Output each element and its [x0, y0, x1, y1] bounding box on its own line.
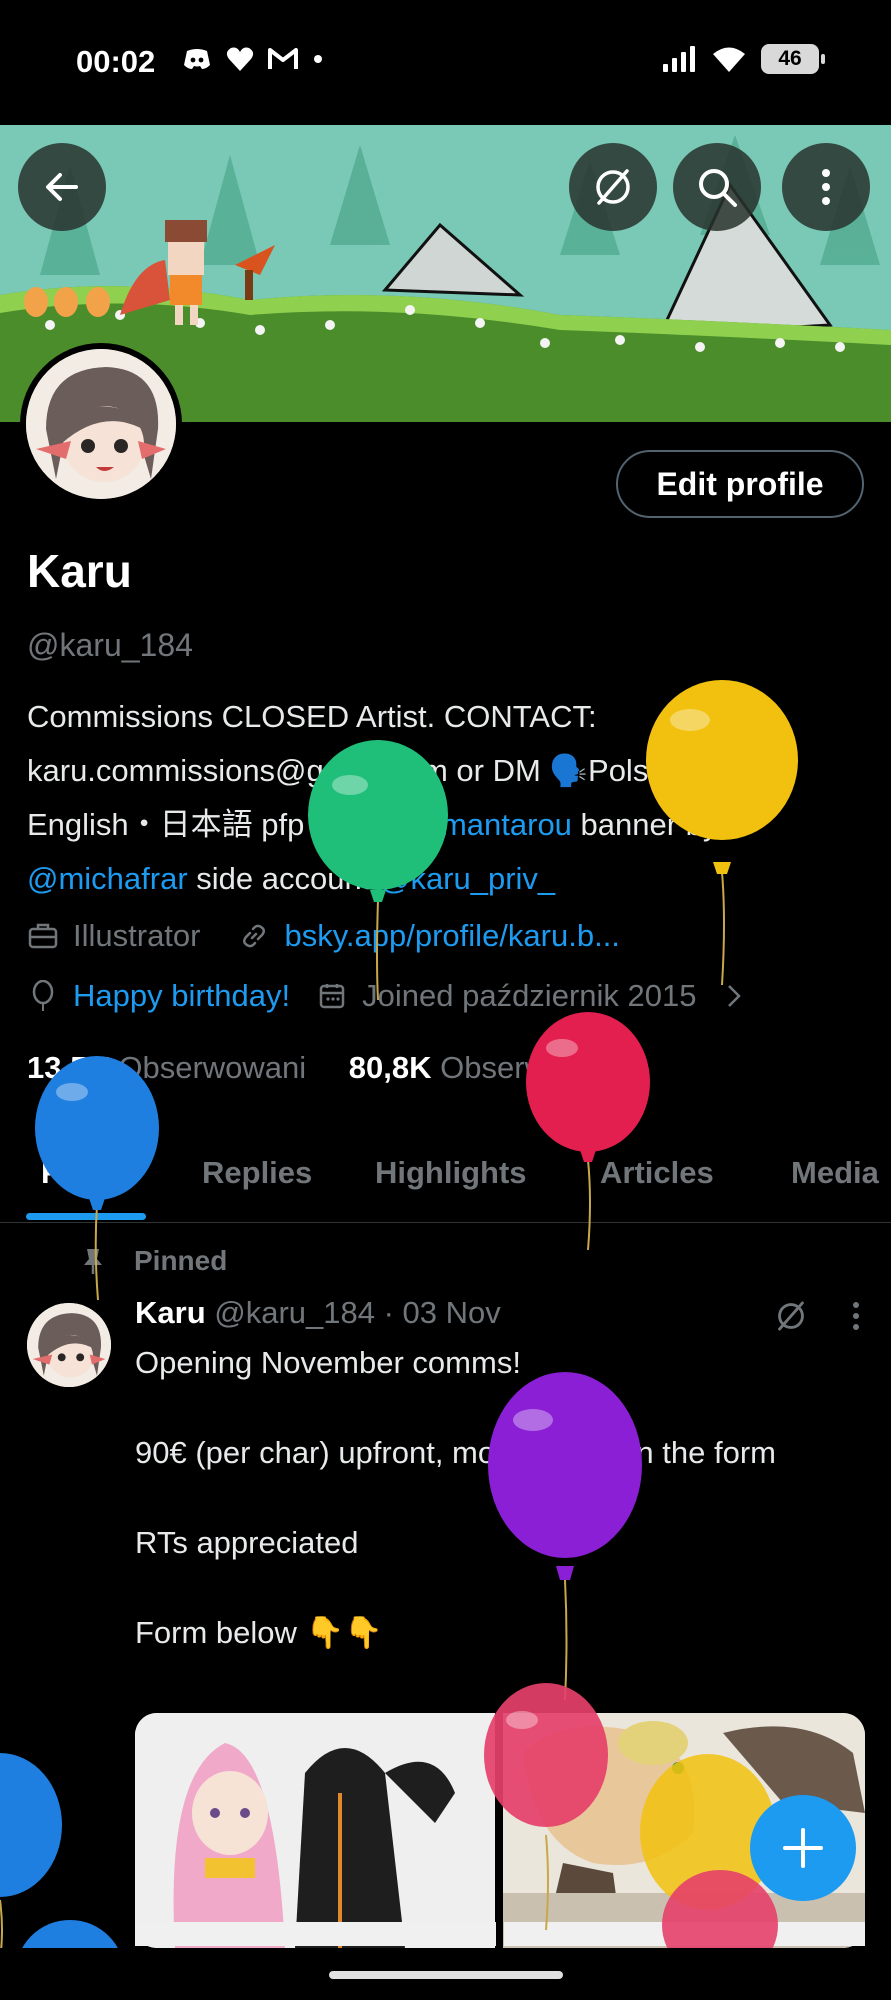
post-text: Opening November comms! 90€ (per char) u… — [135, 1345, 776, 1650]
more-button[interactable] — [782, 143, 870, 231]
bio-line: karu.commissions@gmail.com or DM 🗣️Polsk… — [27, 753, 702, 788]
media-artwork — [135, 1713, 495, 1948]
wifi-icon — [713, 47, 745, 72]
birthday-link[interactable]: Happy birthday! — [73, 978, 290, 1014]
bio-line: Commissions CLOSED Artist. CONTACT: — [27, 699, 597, 734]
speaking-emoji: 🗣️ — [549, 753, 589, 788]
dot-icon — [314, 55, 322, 63]
tab-highlights[interactable]: Highlights — [375, 1155, 527, 1191]
pin-icon — [84, 1249, 102, 1274]
bio-line: @michafrar side account @karu_priv_ — [27, 861, 556, 896]
joined-date: Joined październik 2015 — [362, 978, 697, 1013]
chevron-right-icon[interactable] — [718, 980, 750, 1012]
avatar-image — [26, 349, 176, 499]
occupation: Illustrator — [73, 918, 201, 953]
mention-link[interactable]: @kokimantarou — [354, 807, 572, 842]
profile-tabs: Posts Replies Highlights Articles Media — [0, 1135, 891, 1223]
post-actions — [773, 1298, 861, 1334]
link-icon — [238, 920, 270, 952]
post-header: Karu @karu_184 · 03 Nov — [135, 1295, 501, 1331]
notification-icons — [182, 46, 324, 72]
profile-meta-row: Happy birthday! Joined październik 2015 — [27, 978, 764, 1014]
tab-articles[interactable]: Articles — [600, 1155, 714, 1191]
avatar-image — [27, 1303, 111, 1387]
back-arrow-icon — [46, 173, 78, 201]
gmail-icon — [268, 48, 298, 69]
follow-stats: 13,5K Obserwowani 80,8K Obserwujący — [27, 1050, 619, 1086]
website-link[interactable]: bsky.app/profile/karu.b... — [284, 918, 619, 954]
compose-post-button[interactable] — [750, 1795, 856, 1901]
status-time: 00:02 — [76, 44, 156, 79]
edit-profile-button[interactable]: Edit profile — [616, 450, 864, 518]
briefcase-icon — [27, 920, 59, 952]
mention-link[interactable]: @michafrar — [27, 861, 188, 896]
post-media-row-2 — [135, 1922, 865, 1946]
post-author-name[interactable]: Karu — [135, 1295, 206, 1330]
profile-avatar[interactable] — [20, 343, 182, 505]
tab-media[interactable]: Media — [791, 1155, 879, 1191]
tab-posts[interactable]: Posts — [41, 1155, 125, 1191]
profile-meta-row: Illustrator bsky.app/profile/karu.b... — [27, 918, 620, 954]
search-icon — [699, 169, 737, 207]
balloon-icon — [27, 980, 59, 1012]
battery-icon: 46 — [761, 44, 825, 74]
signal-icon — [663, 46, 695, 72]
profile-bio: Commissions CLOSED Artist. CONTACT: karu… — [27, 690, 867, 906]
discord-icon — [184, 49, 210, 69]
back-button[interactable] — [18, 143, 106, 231]
followers-stat[interactable]: 80,8K Obserwujący — [349, 1050, 620, 1085]
bio-line: English・日本語 pfp by @kokimantarou banner … — [27, 807, 719, 842]
status-bar: 00:02 46 — [0, 0, 891, 125]
grok-icon — [596, 169, 630, 205]
search-button[interactable] — [673, 143, 761, 231]
heart-icon — [226, 47, 254, 71]
grok-icon[interactable] — [773, 1298, 809, 1334]
profile-name: Karu — [27, 545, 132, 597]
grok-button[interactable] — [569, 143, 657, 231]
home-indicator[interactable] — [329, 1971, 563, 1979]
media-image[interactable] — [135, 1713, 495, 1948]
system-icons: 46 — [661, 44, 825, 74]
tab-replies[interactable]: Replies — [202, 1155, 312, 1191]
more-vertical-icon — [822, 169, 830, 205]
active-tab-indicator — [26, 1213, 146, 1220]
more-vertical-icon[interactable] — [851, 1301, 861, 1331]
calendar-icon — [316, 980, 348, 1012]
post-author-avatar[interactable] — [27, 1303, 111, 1387]
post-handle-date: @karu_184 · 03 Nov — [214, 1295, 501, 1330]
pinned-indicator: Pinned — [82, 1245, 227, 1277]
mention-link[interactable]: @karu_priv_ — [379, 861, 555, 896]
following-stat[interactable]: 13,5K Obserwowani — [27, 1050, 306, 1085]
plus-icon — [783, 1828, 823, 1868]
profile-handle: @karu_184 — [27, 627, 193, 663]
